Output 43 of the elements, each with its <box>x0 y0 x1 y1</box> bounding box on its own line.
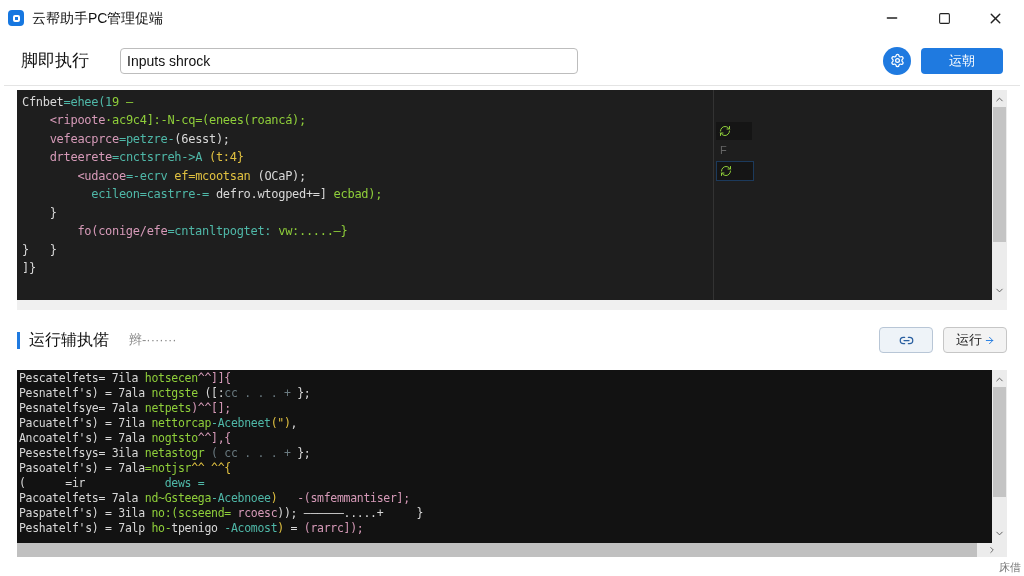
code-line: vefeacprce=petzre-(6esst); <box>48 131 230 147</box>
code-line: } <box>48 205 57 221</box>
arrow-right-icon <box>983 334 995 346</box>
code-line: } } <box>22 242 57 258</box>
scrollbar[interactable] <box>992 90 1007 300</box>
code-line: ecileon=castrre-= defro.wtogped+=] ecbad); <box>90 187 383 203</box>
output-line: ( =ir dews = <box>19 476 205 491</box>
primary-button[interactable]: 运朝 <box>921 47 1003 74</box>
input-field[interactable]: Inputs shrock <box>120 47 578 74</box>
scroll-right-icon[interactable] <box>987 545 997 555</box>
section-heading: 运行辅执偌 <box>29 330 109 350</box>
output-line: Pesnatelfsye= 7ala netpets)^^[]; <box>19 401 231 416</box>
output-line: Peshatelf's) = 7alp ho-tpenigo -Acomost) = (rarrc]); <box>19 521 364 536</box>
side-label: F <box>719 143 728 158</box>
status-text: 床借 <box>999 560 1021 575</box>
refresh-icon[interactable] <box>716 122 752 140</box>
app-logo-icon <box>8 10 24 26</box>
run-button[interactable]: 运行 <box>943 327 1007 353</box>
output-line: Pacuatelf's) = 7ila nettorcap-Acebneet("), <box>19 416 298 431</box>
refresh-icon[interactable] <box>716 160 754 181</box>
output-line: Pacoatelfets= 7ala nd~Gsteega-Acebnoee) -(smfemmantiser]; <box>19 491 410 506</box>
output-line: Pescatelfets= 7ila hotsecen^^]]{ <box>19 371 231 386</box>
section-heading: 脚即执行 <box>21 49 90 72</box>
output-line: Pesestelfsys= 3ila netastogr ( cc . . . + }; <box>19 446 311 461</box>
code-line: drteerete=cnctsrreh->A (t:4} <box>48 150 244 166</box>
output-line: Pasoatelf's) = 7ala=notjsr^^ ^^{ <box>19 461 231 476</box>
settings-icon <box>889 53 905 68</box>
code-line: ]} <box>22 261 36 277</box>
settings-button[interactable] <box>883 46 911 75</box>
code-line: Cfnbet=ehee(19 – <box>22 94 133 110</box>
maximize-icon[interactable] <box>938 11 951 25</box>
output-line: Pesnatelf's) = 7ala nctgste ([:cc . . . + }; <box>19 386 311 401</box>
code-line: fo(conige/efe=cntanltpogtet: vw:.....–} <box>76 224 348 240</box>
code-line: <ripoote·ac9c4]:-N-cq=(enees(roancá); <box>48 113 306 129</box>
horizontal-scrollbar[interactable] <box>17 300 1007 310</box>
scrollbar[interactable] <box>992 370 1007 543</box>
code-line: <udacoe=-ecrv ef=mcootsan (OCaP); <box>76 168 306 184</box>
window-title: 云帮助手PC管理促端 <box>32 8 164 28</box>
subheading: 辫-······· <box>129 331 177 350</box>
link-button[interactable] <box>879 327 933 353</box>
output-line: Ancoatelf's) = 7ala nogtsto^^],{ <box>19 431 231 446</box>
horizontal-scrollbar[interactable] <box>17 543 977 557</box>
output-line: Paspatelf's) = 3ila no:(scseend= rcoesc)); ——————.....+ } <box>19 506 424 521</box>
